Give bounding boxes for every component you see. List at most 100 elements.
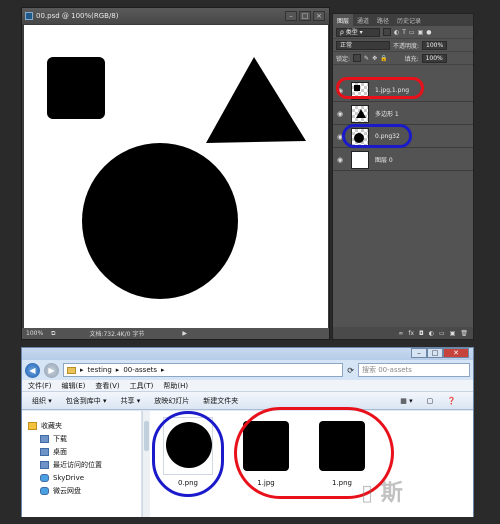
document-tab[interactable]: 00.psd @ 100%(RGB/8) – □ × [22, 8, 329, 24]
lock-label: 锁定: [336, 55, 351, 63]
fill-input[interactable]: 100% [421, 53, 447, 63]
link-layers-icon[interactable]: ∞ [398, 330, 403, 337]
filter-adjust-icon[interactable]: ◐ [394, 29, 399, 36]
menu-file[interactable]: 文件(F) [28, 381, 52, 391]
menu-edit[interactable]: 编辑(E) [62, 381, 86, 391]
forward-arrow-icon[interactable]: ▶ [44, 362, 59, 378]
back-arrow-icon[interactable]: ◀ [25, 362, 40, 378]
layer-thumbnail [351, 150, 369, 169]
close-button[interactable]: × [313, 11, 325, 21]
sidebar-item-skydrive[interactable]: SkyDrive [22, 471, 141, 484]
breadcrumb-separator-icon[interactable]: ▸ [80, 366, 84, 374]
lock-brush-icon[interactable]: ✎ [364, 55, 369, 62]
help-icon[interactable]: ❓ [447, 397, 456, 405]
close-button[interactable]: ✕ [443, 348, 469, 358]
desktop-icon [40, 447, 49, 456]
layers-panel: 图层 通道 路径 历史记录 ρ 类型 ▾ ◐ T ▭ ▣ ● 正常 不透明度: … [332, 13, 474, 340]
breadcrumb-00-assets[interactable]: 00-assets [123, 366, 157, 374]
kind-filter-select[interactable]: ρ 类型 ▾ [336, 27, 380, 37]
address-row: ◀ ▶ ▸ testing ▸ 00-assets ▸ ⟳ 搜索 00-asse… [22, 360, 473, 380]
address-bar[interactable]: ▸ testing ▸ 00-assets ▸ [63, 363, 344, 377]
navigation-pane: 收藏夹 下载 桌面 最近访问的位置 SkyDrive 微云网盘 [22, 411, 142, 517]
delete-layer-icon[interactable]: 🗑 [460, 330, 468, 337]
share-button[interactable]: 共享 ▾ [121, 396, 141, 406]
sidebar-item-weiyun[interactable]: 微云网盘 [22, 484, 141, 497]
refresh-icon[interactable]: ⟳ [347, 366, 354, 375]
tab-paths[interactable]: 路径 [373, 14, 393, 26]
triangle-shape[interactable] [206, 57, 306, 143]
new-layer-icon[interactable]: ▣ [450, 330, 456, 337]
add-mask-icon[interactable]: ◘ [419, 330, 424, 337]
photoshop-document-window: 00.psd @ 100%(RGB/8) – □ × 100% ⧉ 文档:732… [21, 7, 330, 340]
fill-label: 填充: [404, 55, 419, 63]
filter-type-icon[interactable]: T [402, 29, 406, 36]
tab-channels[interactable]: 通道 [353, 14, 373, 26]
breadcrumb-separator-icon[interactable]: ▸ [116, 366, 120, 374]
opacity-input[interactable]: 100% [422, 40, 448, 50]
blue-highlight-mark [152, 411, 224, 497]
blend-mode-select[interactable]: 正常 [336, 40, 390, 50]
maximize-button[interactable]: □ [299, 11, 311, 21]
menu-bar: 文件(F) 编辑(E) 查看(V) 工具(T) 帮助(H) [22, 380, 473, 392]
slideshow-button[interactable]: 放映幻灯片 [154, 396, 189, 406]
minimize-button[interactable]: – [411, 348, 427, 358]
tab-layers[interactable]: 图层 [333, 14, 354, 26]
filter-pixel-icon[interactable] [383, 28, 391, 36]
explorer-titlebar[interactable]: – □ ✕ [22, 348, 473, 360]
layer-name[interactable]: 图层 0 [375, 155, 393, 164]
document-title: 00.psd @ 100%(RGB/8) [36, 12, 119, 20]
circle-shape[interactable] [82, 143, 238, 299]
layer-row[interactable]: ◉ 多边形 1 [333, 103, 473, 125]
lock-all-icon[interactable]: 🔒 [380, 55, 387, 62]
download-folder-icon [40, 434, 49, 443]
zoom-level[interactable]: 100% [26, 330, 43, 337]
lock-row: 锁定: ✎ ✥ 🔒 填充: 100% [333, 52, 473, 65]
preview-pane-icon[interactable]: ▢ [427, 397, 434, 405]
status-toggle-icon[interactable]: ⧉ [51, 330, 55, 338]
organize-button[interactable]: 组织 ▾ [32, 396, 52, 406]
red-highlight-mark [336, 77, 424, 99]
sidebar-scrollbar[interactable] [142, 411, 150, 517]
sidebar-item-desktop[interactable]: 桌面 [22, 445, 141, 458]
visibility-eye-icon[interactable]: ◉ [333, 156, 347, 164]
minimize-button[interactable]: – [285, 11, 297, 21]
sidebar-item-recent-places[interactable]: 最近访问的位置 [22, 458, 141, 471]
panel-tabs: 图层 通道 路径 历史记录 [333, 14, 473, 26]
view-options-icon[interactable]: ▦ ▾ [400, 397, 412, 405]
fx-icon[interactable]: fx [408, 330, 414, 337]
recent-places-icon [40, 460, 49, 469]
layer-thumbnail [351, 104, 369, 123]
panel-bottom-bar: ∞ fx ◘ ◐ ▭ ▣ 🗑 [333, 327, 473, 339]
new-folder-button[interactable]: 新建文件夹 [203, 396, 238, 406]
blend-row: 正常 不透明度: 100% [333, 39, 473, 52]
visibility-eye-icon[interactable]: ◉ [333, 110, 347, 118]
adjustment-layer-icon[interactable]: ◐ [429, 330, 434, 337]
filter-shape-icon[interactable]: ▭ [409, 29, 415, 36]
breadcrumb-testing[interactable]: testing [88, 366, 112, 374]
search-input[interactable]: 搜索 00-assets [358, 363, 470, 377]
maximize-button[interactable]: □ [427, 348, 443, 358]
new-group-icon[interactable]: ▭ [439, 330, 445, 337]
lock-move-icon[interactable]: ✥ [372, 55, 377, 62]
sidebar-item-downloads[interactable]: 下载 [22, 432, 141, 445]
canvas-artwork [47, 57, 306, 299]
status-menu-arrow-icon[interactable]: ▶ [182, 330, 187, 337]
menu-tools[interactable]: 工具(T) [130, 381, 154, 391]
cloud-icon [40, 473, 49, 482]
tab-history[interactable]: 历史记录 [393, 14, 425, 26]
scrollbar-thumb[interactable] [144, 421, 149, 451]
square-shape[interactable] [47, 57, 105, 119]
include-in-library-button[interactable]: 包含到库中 ▾ [66, 396, 107, 406]
star-icon [28, 421, 37, 430]
sidebar-item-favorites[interactable]: 收藏夹 [22, 419, 141, 432]
filter-smart-icon[interactable]: ▣ [418, 29, 424, 36]
filter-toggle-icon[interactable]: ● [426, 29, 431, 36]
layer-name[interactable]: 多边形 1 [375, 109, 399, 118]
lock-transparent-icon[interactable] [353, 54, 362, 62]
menu-help[interactable]: 帮助(H) [163, 381, 188, 391]
watermark-logo: ▯ 斯 [361, 481, 403, 506]
breadcrumb-separator-icon[interactable]: ▸ [161, 366, 165, 374]
canvas[interactable] [24, 25, 328, 329]
layer-row[interactable]: ◉ 图层 0 [333, 149, 473, 171]
menu-view[interactable]: 查看(V) [95, 381, 119, 391]
